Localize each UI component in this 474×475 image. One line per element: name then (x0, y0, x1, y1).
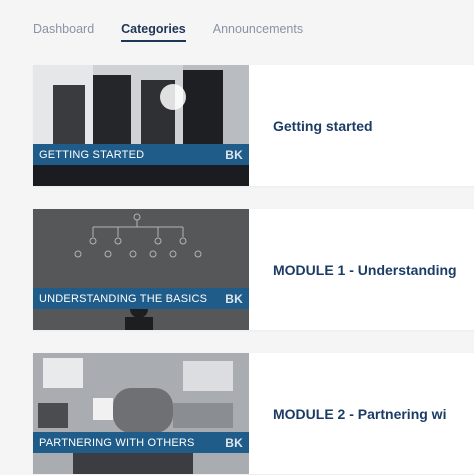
category-thumbnail[interactable]: GETTING STARTED BK (33, 65, 249, 186)
category-banner: UNDERSTANDING THE BASICS BK (33, 288, 249, 309)
category-title[interactable]: MODULE 2 - Partnering wi (273, 406, 446, 422)
category-title[interactable]: Getting started (273, 118, 373, 134)
logo-icon: BK (225, 435, 243, 450)
category-banner: GETTING STARTED BK (33, 144, 249, 165)
teamwork-hands-image (33, 353, 249, 474)
category-banner: PARTNERING WITH OTHERS BK (33, 432, 249, 453)
banner-text: PARTNERING WITH OTHERS (39, 436, 195, 449)
category-card-module-2[interactable]: PARTNERING WITH OTHERS BK MODULE 2 - Par… (33, 353, 474, 474)
tab-dashboard[interactable]: Dashboard (33, 22, 94, 42)
tab-categories[interactable]: Categories (121, 22, 186, 42)
category-card-getting-started[interactable]: GETTING STARTED BK Getting started (33, 65, 474, 186)
tab-announcements[interactable]: Announcements (213, 22, 303, 42)
org-chart-chalkboard-image (33, 209, 249, 330)
business-people-image (33, 65, 249, 186)
category-thumbnail[interactable]: UNDERSTANDING THE BASICS BK (33, 209, 249, 330)
tab-bar: Dashboard Categories Announcements (33, 22, 330, 42)
category-title[interactable]: MODULE 1 - Understanding (273, 262, 457, 278)
logo-icon: BK (225, 147, 243, 162)
category-thumbnail[interactable]: PARTNERING WITH OTHERS BK (33, 353, 249, 474)
category-card-module-1[interactable]: UNDERSTANDING THE BASICS BK MODULE 1 - U… (33, 209, 474, 330)
banner-text: GETTING STARTED (39, 148, 145, 161)
logo-icon: BK (225, 291, 243, 306)
banner-text: UNDERSTANDING THE BASICS (39, 292, 208, 305)
